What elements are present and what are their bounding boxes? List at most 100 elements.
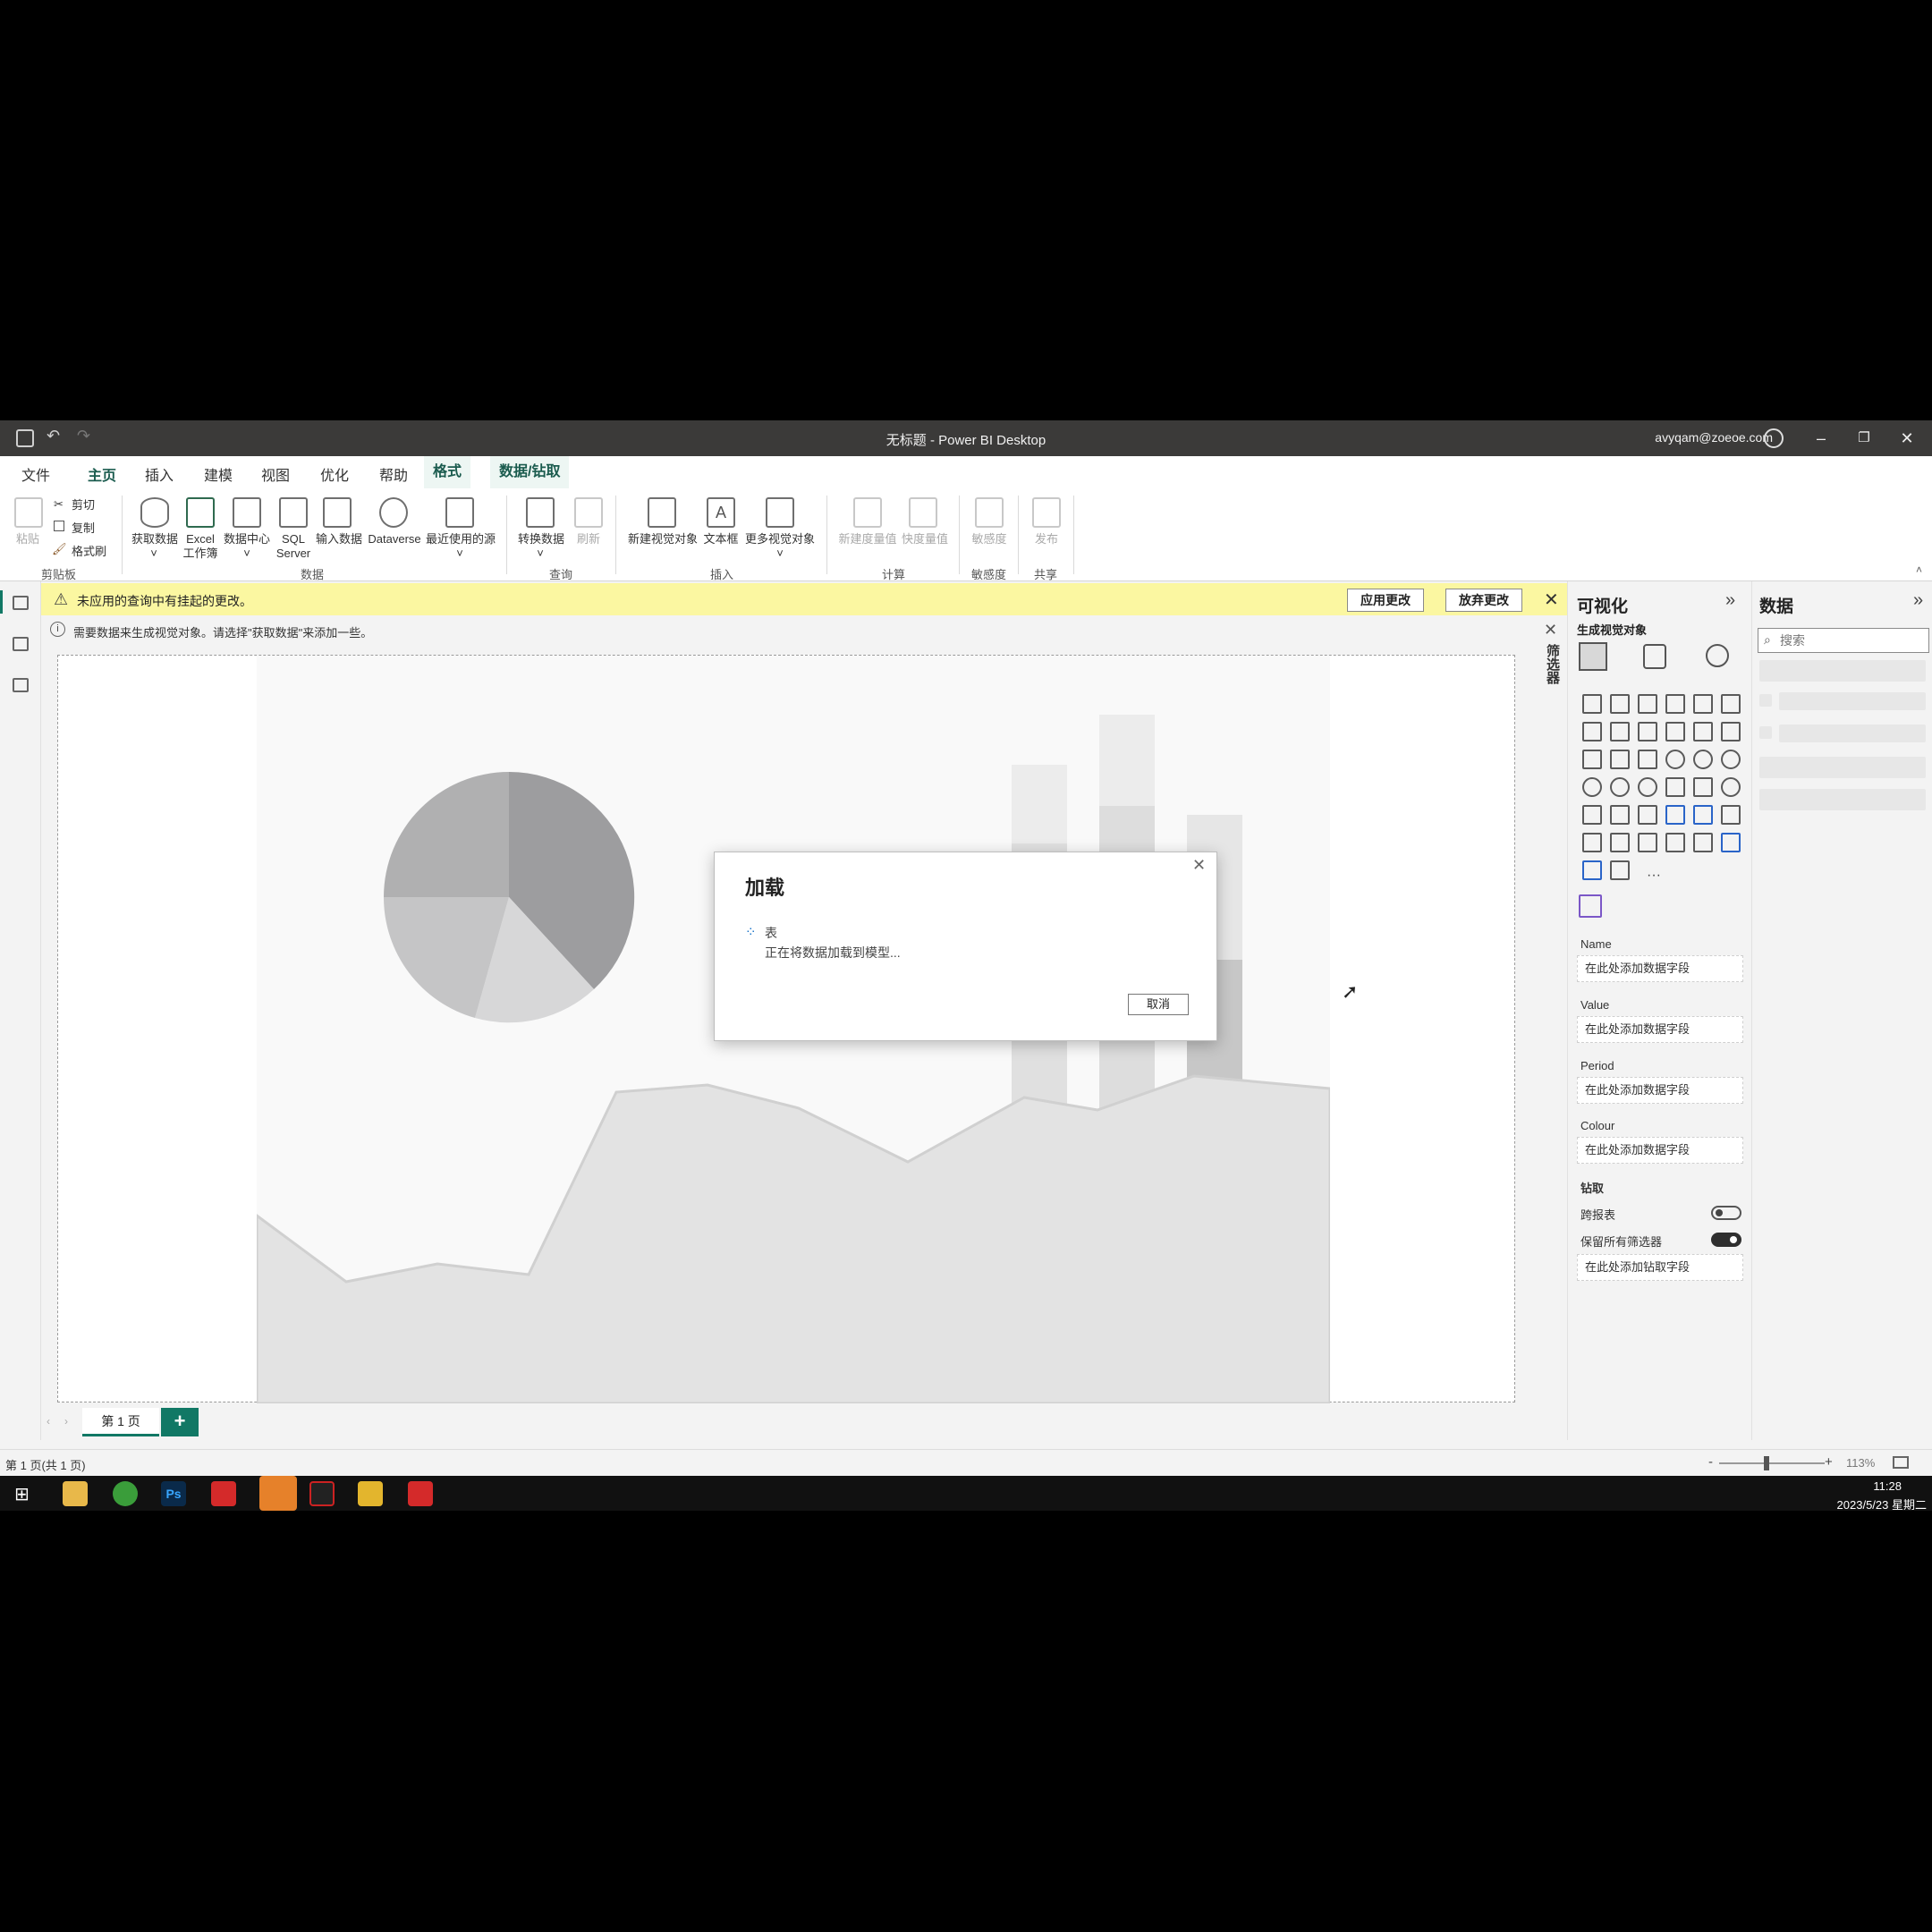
browser-icon[interactable] <box>113 1481 138 1506</box>
restore-button[interactable]: ❐ <box>1843 420 1885 456</box>
clustered-bar-chart-icon[interactable] <box>1638 694 1657 714</box>
get-data-button[interactable]: 获取数据 <box>127 531 182 547</box>
enter-data-button[interactable]: 输入数据 <box>313 531 365 547</box>
table-view-icon[interactable] <box>13 637 29 651</box>
area-chart-icon[interactable] <box>1610 722 1630 741</box>
power-automate-icon[interactable] <box>1582 860 1602 880</box>
excel-button-line2[interactable]: 工作簿 <box>181 546 220 561</box>
line-column-chart-icon[interactable] <box>1665 722 1685 741</box>
slicer-icon[interactable] <box>1582 805 1602 825</box>
wps-icon[interactable] <box>211 1481 236 1506</box>
dataverse-button[interactable]: Dataverse <box>365 531 424 547</box>
100-bar-chart-icon[interactable] <box>1693 694 1713 714</box>
file-explorer-icon[interactable] <box>63 1481 88 1506</box>
cut-button[interactable]: 剪切 <box>72 497 95 513</box>
transform-data-button[interactable]: 转换数据 <box>513 531 569 547</box>
textbox-button[interactable]: 文本框 <box>701 531 741 547</box>
chevron-down-icon[interactable]: ˅ <box>240 546 254 561</box>
clustered-column-chart-icon[interactable] <box>1665 694 1685 714</box>
collapse-ribbon-icon[interactable]: ˄ <box>1916 564 1922 576</box>
fit-to-page-icon[interactable] <box>1893 1456 1909 1469</box>
smart-narrative-icon[interactable] <box>1579 894 1602 918</box>
well-value-drop[interactable]: 在此处添加数据字段 <box>1577 1016 1743 1043</box>
stacked-area-chart-icon[interactable] <box>1638 722 1657 741</box>
drill-field-drop[interactable]: 在此处添加钻取字段 <box>1577 1254 1743 1281</box>
photoshop-icon[interactable]: Ps <box>161 1481 186 1506</box>
wechat-icon[interactable] <box>259 1476 297 1511</box>
power-apps-icon[interactable] <box>1721 833 1741 852</box>
format-painter-button[interactable]: 格式刷 <box>72 544 106 559</box>
discard-changes-button[interactable]: 放弃更改 <box>1445 589 1522 612</box>
table-icon[interactable] <box>1610 805 1630 825</box>
r-visual-icon[interactable] <box>1665 805 1685 825</box>
goals-icon[interactable] <box>1665 833 1685 852</box>
well-name-drop[interactable]: 在此处添加数据字段 <box>1577 955 1743 982</box>
recent-sources-button[interactable]: 最近使用的源 <box>422 531 499 547</box>
apply-changes-button[interactable]: 应用更改 <box>1347 589 1424 612</box>
well-colour-drop[interactable]: 在此处添加数据字段 <box>1577 1137 1743 1164</box>
report-view-icon[interactable] <box>13 596 29 610</box>
100-column-chart-icon[interactable] <box>1721 694 1741 714</box>
sql-server-button-line2[interactable]: Server <box>270 546 317 561</box>
search-input[interactable] <box>1780 631 1923 650</box>
tab-insert[interactable]: 插入 <box>145 463 174 485</box>
wps-icon[interactable] <box>408 1481 433 1506</box>
tab-home[interactable]: 主页 <box>88 463 117 491</box>
kpi-icon[interactable] <box>1721 777 1741 797</box>
sql-server-button-line1[interactable]: SQL <box>274 531 313 547</box>
zoom-slider-thumb[interactable] <box>1764 1456 1770 1470</box>
add-page-button[interactable]: + <box>161 1408 199 1436</box>
tab-data-drill[interactable]: 数据/钻取 <box>490 456 570 488</box>
line-clustered-column-icon[interactable] <box>1693 722 1713 741</box>
tab-help[interactable]: 帮助 <box>379 463 408 485</box>
map-icon[interactable] <box>1582 777 1602 797</box>
key-influencers-icon[interactable] <box>1721 805 1741 825</box>
scroll-left-icon[interactable]: ‹ <box>47 1415 50 1428</box>
cancel-button[interactable]: 取消 <box>1128 994 1189 1015</box>
zoom-slider[interactable] <box>1719 1456 1825 1470</box>
expand-icon[interactable]: » <box>1913 590 1923 611</box>
keep-filters-toggle[interactable] <box>1711 1233 1741 1247</box>
qa-icon[interactable] <box>1610 833 1630 852</box>
format-visual-tab-icon[interactable] <box>1643 644 1666 669</box>
metrics-icon[interactable] <box>1693 833 1713 852</box>
filters-pane-collapsed[interactable]: 筛选器 <box>1535 644 1567 1440</box>
recorder-icon[interactable] <box>309 1481 335 1506</box>
expand-icon[interactable]: » <box>1725 590 1735 611</box>
new-visual-button[interactable]: 新建视觉对象 <box>624 531 701 547</box>
tab-file[interactable]: 文件 <box>21 463 50 485</box>
search-box[interactable]: ⌕ <box>1758 628 1929 653</box>
line-chart-icon[interactable] <box>1582 722 1602 741</box>
data-hub-button[interactable]: 数据中心 <box>220 531 274 547</box>
zoom-out-button[interactable]: - <box>1708 1454 1713 1470</box>
multi-row-card-icon[interactable] <box>1693 777 1713 797</box>
chevron-down-icon[interactable]: ˅ <box>453 546 467 561</box>
more-visuals-icon[interactable]: ··· <box>1647 868 1661 884</box>
stacked-bar-chart-icon[interactable] <box>1582 694 1602 714</box>
tab-modeling[interactable]: 建模 <box>204 463 233 485</box>
signed-in-user[interactable]: avyqam@zoeoe.com <box>1655 430 1773 445</box>
close-button[interactable]: ✕ <box>1885 420 1928 456</box>
more-visuals-button[interactable]: 更多视觉对象 <box>741 531 819 547</box>
tab-optimize[interactable]: 优化 <box>320 463 349 485</box>
user-avatar-icon[interactable] <box>1764 428 1784 448</box>
tab-view[interactable]: 视图 <box>261 463 290 485</box>
paginated-report-icon[interactable] <box>1638 833 1657 852</box>
copy-button[interactable]: 复制 <box>72 521 95 536</box>
matrix-icon[interactable] <box>1638 805 1657 825</box>
card-icon[interactable] <box>1665 777 1685 797</box>
model-view-icon[interactable] <box>13 678 29 692</box>
power-bi-icon[interactable] <box>358 1481 383 1506</box>
funnel-chart-icon[interactable] <box>1610 750 1630 769</box>
chevron-down-icon[interactable]: ˅ <box>533 546 547 561</box>
excel-button-line1[interactable]: Excel <box>182 531 218 547</box>
treemap-icon[interactable] <box>1721 750 1741 769</box>
ribbon-chart-icon[interactable] <box>1721 722 1741 741</box>
donut-chart-icon[interactable] <box>1693 750 1713 769</box>
zoom-in-button[interactable]: + <box>1825 1454 1833 1470</box>
tab-format[interactable]: 格式 <box>424 456 471 488</box>
pie-chart-icon[interactable] <box>1665 750 1685 769</box>
scroll-right-icon[interactable]: › <box>64 1415 68 1428</box>
stacked-column-chart-icon[interactable] <box>1610 694 1630 714</box>
scatter-chart-icon[interactable] <box>1638 750 1657 769</box>
